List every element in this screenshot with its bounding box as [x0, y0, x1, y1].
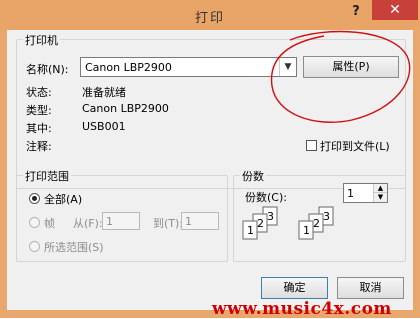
copies-group-label: 份数 — [240, 168, 266, 184]
close-button[interactable]: ✕ — [372, 0, 418, 20]
range-from-field[interactable]: 1 — [102, 212, 140, 230]
range-selection-label: 所选范围(S) — [44, 241, 104, 254]
collate-page-2b: 2 — [313, 217, 320, 230]
where-label: 其中: — [26, 122, 52, 135]
type-value: Canon LBP2900 — [82, 102, 169, 115]
range-all-label[interactable]: 全部(A) — [44, 191, 82, 207]
range-to-value: 1 — [185, 215, 192, 228]
spin-down-icon[interactable]: ▼ — [373, 193, 387, 202]
ok-button[interactable]: 确定 — [261, 277, 328, 299]
print-to-file-checkbox[interactable] — [306, 140, 317, 151]
cancel-button[interactable]: 取消 — [337, 277, 404, 299]
range-to-label: 到(T): — [153, 217, 184, 230]
where-value: USB001 — [82, 120, 126, 133]
collate-page-3: 3 — [267, 210, 274, 223]
watermark-text: www.music4x.com — [212, 299, 392, 319]
printer-name-label: 名称(N): — [26, 63, 69, 76]
status-value: 准备就绪 — [82, 86, 126, 99]
copies-label: 份数(C): — [245, 191, 287, 204]
range-selection-radio[interactable] — [29, 241, 40, 252]
collate-set-2: 3 2 1 — [298, 206, 334, 240]
range-frames-label: 帧 — [44, 217, 55, 230]
printer-group-label: 打印机 — [23, 32, 60, 48]
copies-value: 1 — [347, 187, 354, 200]
collate-page-1b: 1 — [303, 224, 310, 237]
collate-page-1: 1 — [247, 224, 254, 237]
copies-spinner[interactable]: 1 ▲ ▼ — [343, 183, 388, 203]
print-dialog: 打印 ? ✕ 打印机 名称(N): Canon LBP2900 ▼ 属性(P) … — [0, 0, 420, 319]
collate-page-2: 2 — [257, 217, 264, 230]
range-from-label: 从(F): — [73, 217, 103, 230]
annotation-circle — [270, 30, 411, 123]
print-range-group-label: 打印范围 — [23, 168, 71, 184]
annotation-stroke — [270, 30, 411, 123]
range-from-value: 1 — [106, 215, 113, 228]
range-to-field[interactable]: 1 — [181, 212, 219, 230]
range-all-radio[interactable] — [29, 193, 40, 204]
comment-label: 注释: — [26, 140, 52, 153]
title-bar[interactable]: 打印 ? ✕ — [0, 0, 420, 30]
collate-set-1: 3 2 1 — [242, 206, 278, 240]
collate-page-3b: 3 — [323, 210, 330, 223]
printer-name-select[interactable]: Canon LBP2900 ▼ — [80, 57, 297, 77]
status-label: 状态: — [26, 86, 52, 99]
collate-illustration: 3 2 1 3 2 1 — [242, 206, 334, 240]
printer-name-value: Canon LBP2900 — [85, 61, 172, 74]
range-frames-radio[interactable] — [29, 217, 40, 228]
print-to-file-label[interactable]: 打印到文件(L) — [320, 138, 390, 154]
help-button[interactable]: ? — [346, 4, 366, 22]
spin-up-icon[interactable]: ▲ — [373, 184, 387, 193]
type-label: 类型: — [26, 104, 52, 117]
